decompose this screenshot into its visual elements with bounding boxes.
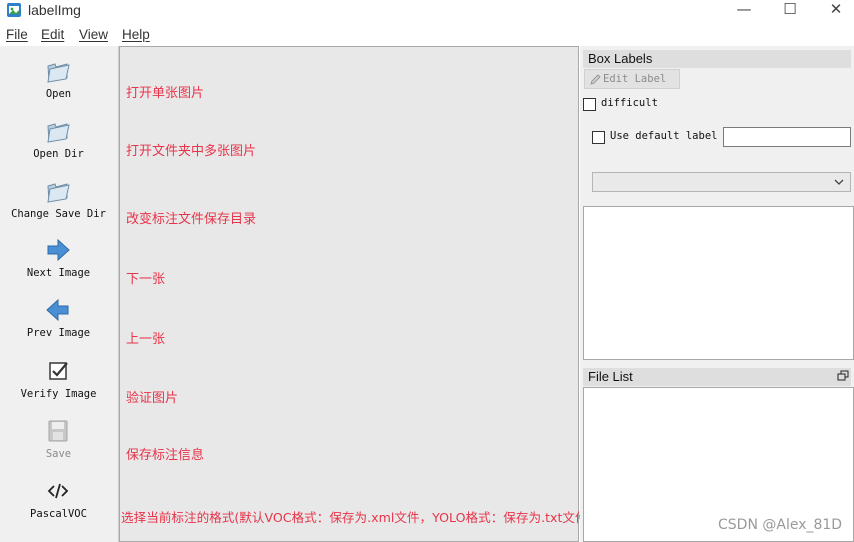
image-canvas[interactable]: 打开单张图片 打开文件夹中多张图片 改变标注文件保存目录 下一张 上一张 验证图…: [119, 46, 579, 542]
annotation-change-save-dir: 改变标注文件保存目录: [126, 212, 257, 227]
menu-view[interactable]: View: [79, 27, 108, 42]
left-toolbar: Open Open Dir Change Save Dir Next Image…: [0, 46, 119, 542]
annotation-save: 保存标注信息: [126, 448, 205, 463]
default-label-input[interactable]: [723, 127, 851, 147]
file-list-title: File List: [583, 368, 851, 386]
format-label: PascalVOC: [30, 508, 87, 520]
save-dir-icon: [47, 183, 70, 203]
verify-image-button[interactable]: Verify Image: [0, 358, 117, 414]
annotation-verify-image: 验证图片: [126, 391, 179, 406]
save-button[interactable]: Save: [0, 418, 117, 474]
format-toggle-button[interactable]: PascalVOC: [0, 478, 117, 534]
menu-help[interactable]: Help: [122, 27, 150, 42]
maximize-button[interactable]: ☐: [767, 0, 813, 22]
open-label: Open: [45, 88, 72, 100]
code-icon: [47, 483, 69, 499]
next-image-label: Next Image: [26, 267, 91, 279]
menu-bar: File Edit View Help: [0, 25, 854, 45]
difficult-checkbox[interactable]: [583, 98, 596, 111]
chevron-down-icon: [834, 179, 844, 185]
floppy-disk-icon: [48, 420, 68, 442]
right-dock-panel: Box Labels Edit Label difficult Use defa…: [580, 46, 854, 542]
minimize-button[interactable]: —: [721, 0, 767, 22]
difficult-label: difficult: [601, 97, 658, 109]
annotation-open: 打开单张图片: [126, 86, 205, 101]
save-label: Save: [45, 448, 72, 460]
box-labels-title: Box Labels: [583, 50, 851, 68]
edit-label-text: Edit Label: [603, 73, 667, 85]
annotation-open-dir: 打开文件夹中多张图片: [126, 144, 257, 159]
use-default-label-checkbox[interactable]: [592, 131, 605, 144]
checkbox-icon: [49, 362, 68, 380]
open-dir-icon: [47, 123, 70, 143]
open-dir-label: Open Dir: [33, 148, 84, 160]
open-button[interactable]: Open: [0, 58, 117, 114]
close-button[interactable]: ✕: [813, 0, 854, 22]
verify-image-label: Verify Image: [20, 388, 97, 400]
annotation-next-image: 下一张: [126, 272, 166, 287]
prev-image-label: Prev Image: [26, 327, 91, 339]
open-folder-icon: [47, 63, 70, 83]
labelimg-app-icon: [7, 3, 21, 17]
float-window-icon[interactable]: [837, 370, 849, 382]
menu-file[interactable]: File: [6, 27, 28, 42]
pencil-icon: [590, 74, 601, 85]
use-default-label-label: Use default label: [610, 130, 718, 142]
arrow-left-icon: [46, 298, 69, 322]
next-image-button[interactable]: Next Image: [0, 237, 117, 293]
open-dir-button[interactable]: Open Dir: [0, 118, 117, 174]
file-list-title-text: File List: [588, 369, 633, 384]
annotation-prev-image: 上一张: [126, 332, 166, 347]
change-save-dir-label: Change Save Dir: [11, 208, 106, 220]
menu-edit[interactable]: Edit: [41, 27, 64, 42]
edit-label-button[interactable]: Edit Label: [584, 69, 680, 89]
title-bar: labelImg — ☐ ✕: [0, 0, 854, 22]
window-title: labelImg: [28, 2, 81, 18]
arrow-right-icon: [47, 238, 70, 262]
prev-image-button[interactable]: Prev Image: [0, 297, 117, 353]
box-labels-title-text: Box Labels: [588, 51, 653, 66]
csdn-watermark: CSDN @Alex_81D: [718, 517, 843, 533]
label-combo-box[interactable]: [592, 172, 851, 192]
label-list[interactable]: [583, 206, 854, 360]
change-save-dir-button[interactable]: Change Save Dir: [0, 178, 117, 234]
